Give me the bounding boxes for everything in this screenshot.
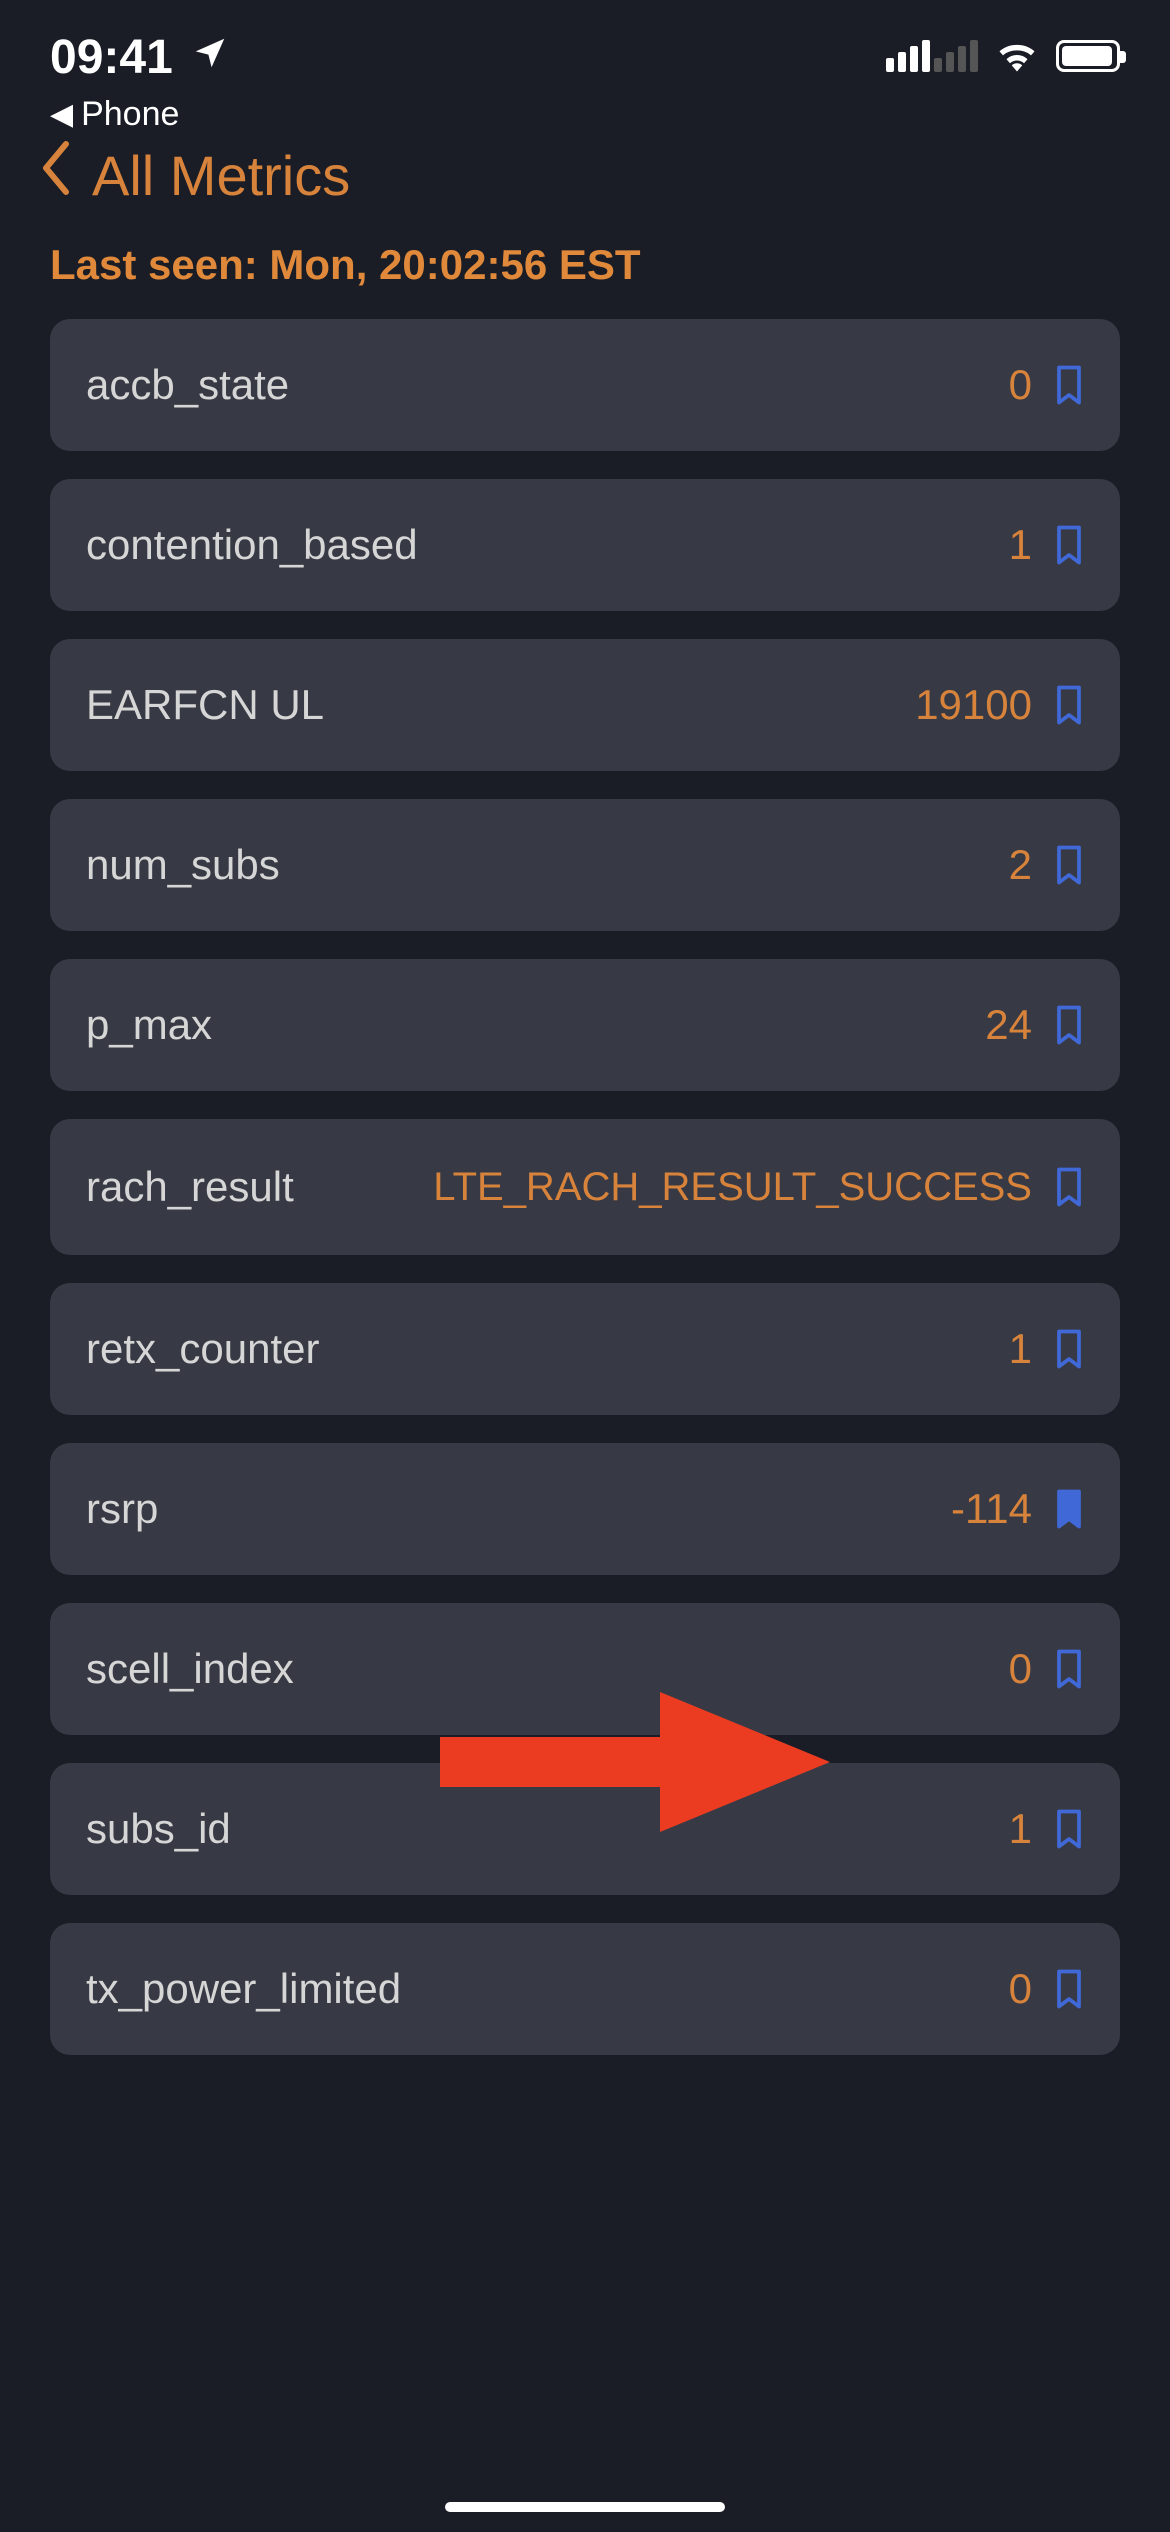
metric-value: 1 (1009, 521, 1032, 569)
metric-value: LTE_RACH_RESULT_SUCCESS (433, 1161, 1032, 1213)
metric-right-group: 1 (343, 1325, 1084, 1373)
status-left: 09:41 ◀ Phone (50, 30, 229, 134)
metric-value: 0 (1009, 361, 1032, 409)
wifi-icon (996, 40, 1038, 72)
metric-row[interactable]: num_subs 2 (50, 799, 1120, 931)
metric-row[interactable]: scell_index 0 (50, 1603, 1120, 1735)
metric-value: 1 (1009, 1325, 1032, 1373)
battery-icon (1056, 40, 1120, 72)
metric-right-group: 0 (425, 1965, 1084, 2013)
metric-row[interactable]: contention_based 1 (50, 479, 1120, 611)
metric-right-group: 2 (304, 841, 1084, 889)
cellular-signal-icon (886, 40, 978, 72)
metric-right-group: 24 (236, 1001, 1084, 1049)
metric-name-label: rsrp (86, 1485, 158, 1533)
metrics-list: accb_state 0 contention_based 1 EARFCN UL 191… (0, 319, 1170, 2055)
metric-right-group: 0 (313, 361, 1084, 409)
metric-name-label: retx_counter (86, 1325, 319, 1373)
metric-name-label: num_subs (86, 841, 280, 889)
location-icon (191, 34, 229, 82)
metric-row[interactable]: retx_counter 1 (50, 1283, 1120, 1415)
metric-name-label: rach_result (86, 1163, 294, 1211)
bookmark-icon[interactable] (1054, 1968, 1084, 2010)
metric-row[interactable]: p_max 24 (50, 959, 1120, 1091)
metric-right-group: 1 (255, 1805, 1084, 1853)
metric-name-label: EARFCN UL (86, 681, 324, 729)
metric-right-group: -114 (182, 1485, 1084, 1533)
metric-right-group: 19100 (348, 681, 1084, 729)
metric-value: 2 (1009, 841, 1032, 889)
metric-right-group: LTE_RACH_RESULT_SUCCESS (318, 1161, 1084, 1213)
bookmark-icon[interactable] (1054, 684, 1084, 726)
bookmark-icon[interactable] (1054, 364, 1084, 406)
bookmark-icon[interactable] (1054, 1328, 1084, 1370)
metric-right-group: 1 (442, 521, 1084, 569)
metric-name-label: accb_state (86, 361, 289, 409)
bookmark-icon[interactable] (1054, 1166, 1084, 1208)
metric-row[interactable]: rsrp -114 (50, 1443, 1120, 1575)
metric-value: 24 (985, 1001, 1032, 1049)
status-time: 09:41 (50, 30, 173, 85)
back-caret-icon: ◀ (50, 97, 73, 132)
page-title: All Metrics (92, 143, 350, 208)
status-right (886, 30, 1120, 72)
last-seen-label: Last seen: Mon, 20:02:56 EST (0, 231, 1170, 319)
bookmark-icon[interactable] (1054, 1488, 1084, 1530)
metric-row[interactable]: rach_result LTE_RACH_RESULT_SUCCESS (50, 1119, 1120, 1255)
metric-name-label: scell_index (86, 1645, 294, 1693)
metric-value: 0 (1009, 1965, 1032, 2013)
metric-name-label: subs_id (86, 1805, 231, 1853)
status-bar: 09:41 ◀ Phone (0, 0, 1170, 110)
bookmark-icon[interactable] (1054, 1808, 1084, 1850)
back-app-label: Phone (81, 95, 179, 134)
bookmark-icon[interactable] (1054, 1648, 1084, 1690)
chevron-back-icon (40, 140, 72, 211)
bookmark-icon[interactable] (1054, 844, 1084, 886)
metric-row[interactable]: subs_id 1 (50, 1763, 1120, 1895)
metric-value: 19100 (915, 681, 1032, 729)
metric-row[interactable]: accb_state 0 (50, 319, 1120, 451)
metric-row[interactable]: tx_power_limited 0 (50, 1923, 1120, 2055)
metric-value: -114 (951, 1485, 1032, 1533)
metric-name-label: p_max (86, 1001, 212, 1049)
metric-value: 1 (1009, 1805, 1032, 1853)
bookmark-icon[interactable] (1054, 1004, 1084, 1046)
bookmark-icon[interactable] (1054, 524, 1084, 566)
metric-name-label: contention_based (86, 521, 418, 569)
metric-row[interactable]: EARFCN UL 19100 (50, 639, 1120, 771)
metric-value: 0 (1009, 1645, 1032, 1693)
home-indicator[interactable] (445, 2502, 725, 2512)
back-to-app-button[interactable]: ◀ Phone (50, 95, 229, 134)
metric-name-label: tx_power_limited (86, 1965, 401, 2013)
metric-right-group: 0 (318, 1645, 1084, 1693)
